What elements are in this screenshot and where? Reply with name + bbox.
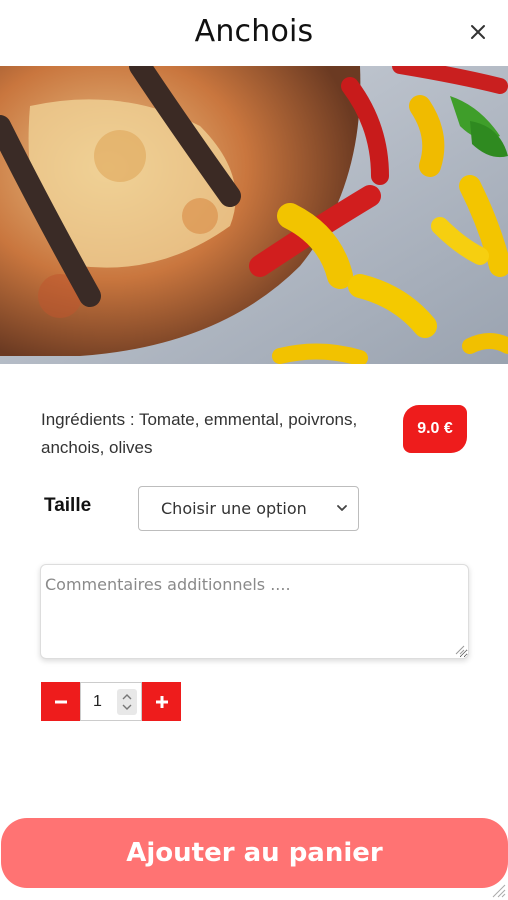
chevron-down-icon xyxy=(337,505,347,511)
size-select-value: Choisir une option xyxy=(161,499,307,518)
quantity-spinner[interactable] xyxy=(117,689,137,715)
plus-icon xyxy=(155,695,168,708)
pizza-image xyxy=(0,66,508,364)
window-resize-grip-icon[interactable] xyxy=(490,882,506,898)
quantity-increment-button[interactable] xyxy=(142,682,181,721)
resize-grip-icon[interactable] xyxy=(455,645,465,655)
price-badge: 9.0 € xyxy=(403,405,467,453)
spinner-arrows-icon xyxy=(122,694,132,710)
close-button[interactable] xyxy=(466,20,490,44)
quantity-value: 1 xyxy=(93,692,102,710)
product-image xyxy=(0,66,508,364)
quantity-stepper: 1 xyxy=(41,682,181,721)
quantity-input[interactable]: 1 xyxy=(80,682,142,721)
size-label: Taille xyxy=(44,495,92,516)
add-to-cart-button[interactable]: Ajouter au panier xyxy=(1,818,508,888)
quantity-decrement-button[interactable] xyxy=(41,682,80,721)
close-icon xyxy=(471,25,485,39)
size-select[interactable]: Choisir une option xyxy=(138,486,359,531)
modal-header: Anchois xyxy=(0,0,508,66)
minus-icon xyxy=(54,700,67,703)
ingredients-text: Ingrédients : Tomate, emmental, poivrons… xyxy=(41,410,358,457)
product-title: Anchois xyxy=(194,14,314,49)
comment-textarea[interactable] xyxy=(40,564,469,659)
